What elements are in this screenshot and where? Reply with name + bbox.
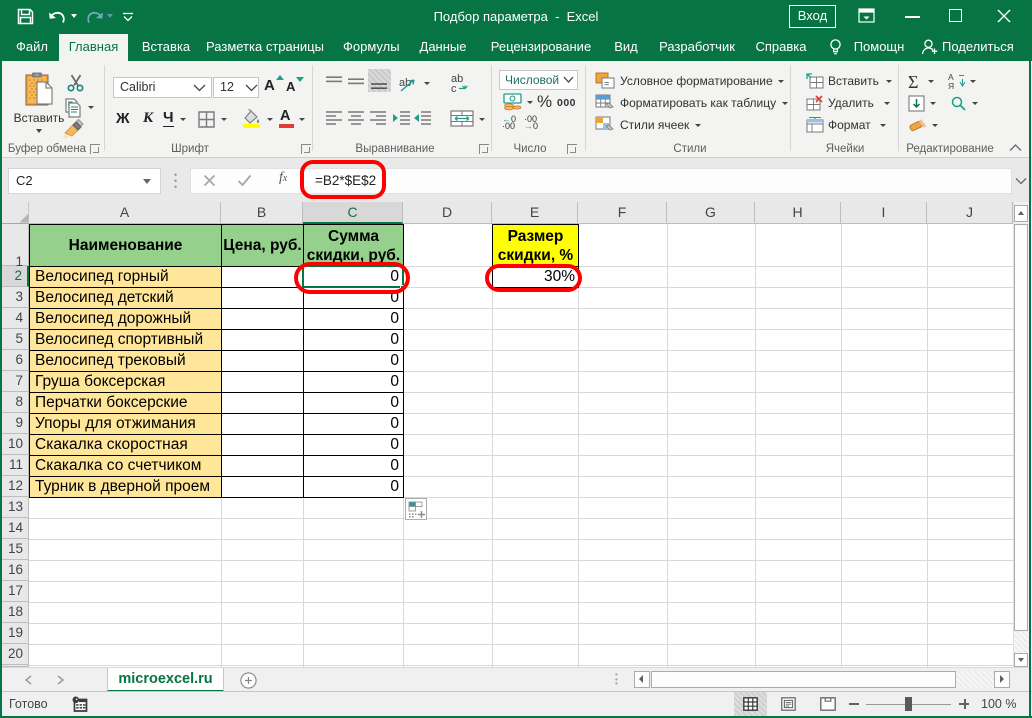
svg-text:Я: Я xyxy=(948,81,954,90)
svg-text:c: c xyxy=(451,83,457,95)
svg-text:=: = xyxy=(604,79,609,89)
